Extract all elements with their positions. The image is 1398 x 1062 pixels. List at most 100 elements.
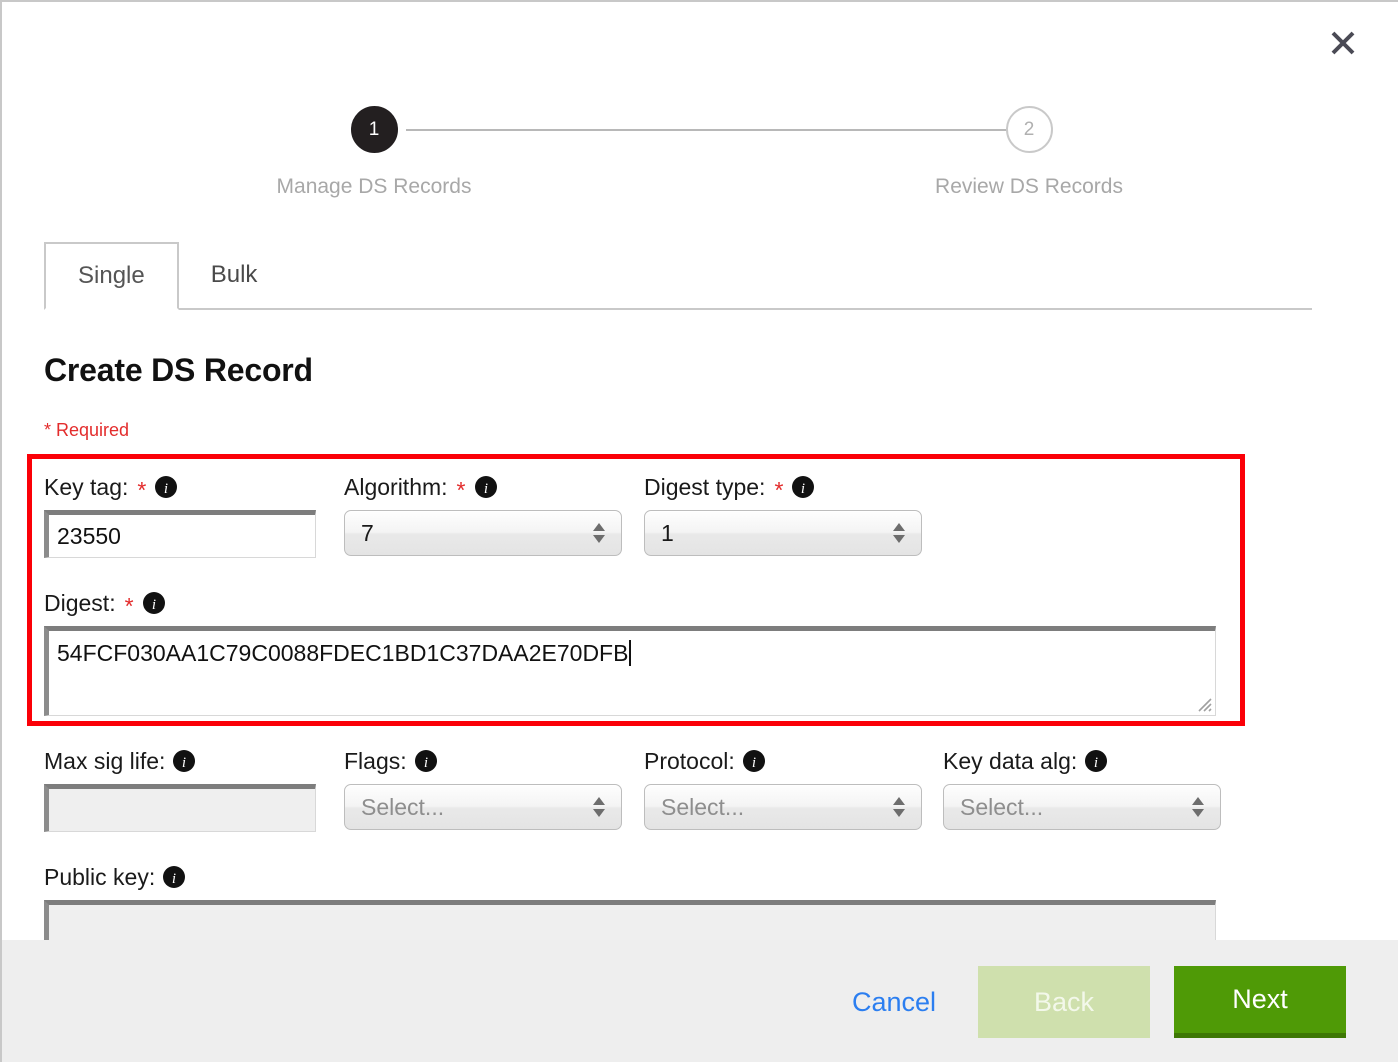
flags-select-value: Select... (361, 794, 444, 821)
protocol-select-value: Select... (661, 794, 744, 821)
chevron-updown-icon (593, 523, 605, 543)
page-title: Create DS Record (44, 352, 313, 389)
step-1-number: 1 (369, 119, 380, 141)
digest-textarea-value: 54FCF030AA1C79C0088FDEC1BD1C37DAA2E70DFB (57, 640, 628, 666)
record-mode-tabs: Single Bulk (44, 242, 1312, 310)
key-data-alg-select-value: Select... (960, 794, 1043, 821)
info-icon-glyph: i (142, 591, 166, 615)
max-sig-life-label-row: Max sig life: i (44, 746, 316, 776)
field-algorithm: Algorithm: * i 7 (344, 472, 622, 556)
max-sig-life-info-icon[interactable]: i (172, 749, 196, 773)
field-key-tag: Key tag: * i (44, 472, 316, 558)
digest-textarea-wrap: 54FCF030AA1C79C0088FDEC1BD1C37DAA2E70DFB (44, 626, 1216, 716)
svg-text:i: i (424, 755, 428, 771)
algorithm-select[interactable]: 7 (344, 510, 622, 556)
digest-textarea[interactable]: 54FCF030AA1C79C0088FDEC1BD1C37DAA2E70DFB (44, 626, 1216, 716)
algorithm-select-value: 7 (361, 520, 374, 547)
digest-type-label: Digest type: (644, 474, 765, 501)
digest-required-star: * (125, 595, 134, 618)
step-2-number: 2 (1024, 119, 1035, 141)
protocol-label: Protocol: (644, 748, 735, 775)
key-tag-required-star: * (137, 479, 146, 502)
flags-select[interactable]: Select... (344, 784, 622, 830)
key-tag-input[interactable] (44, 510, 316, 558)
cancel-button[interactable]: Cancel (834, 987, 954, 1018)
text-caret (629, 640, 631, 666)
chevron-updown-icon (1192, 797, 1204, 817)
protocol-select[interactable]: Select... (644, 784, 922, 830)
svg-text:i: i (752, 755, 756, 771)
tab-single[interactable]: Single (44, 242, 179, 310)
stepper-step-2[interactable]: 2 Review DS Records (869, 106, 1189, 199)
info-icon-glyph: i (172, 749, 196, 773)
info-icon-glyph: i (474, 475, 498, 499)
key-data-alg-label: Key data alg: (943, 748, 1077, 775)
wizard-stepper: 1 Manage DS Records 2 Review DS Records (2, 2, 1398, 124)
modal-footer: Cancel Back Next (2, 940, 1398, 1062)
field-key-data-alg: Key data alg: i Select... (943, 746, 1221, 830)
digest-label: Digest: (44, 590, 116, 617)
key-data-alg-info-icon[interactable]: i (1084, 749, 1108, 773)
key-data-alg-label-row: Key data alg: i (943, 746, 1221, 776)
field-digest: Digest: * i 54FCF030AA1C79C0088FDEC1BD1C… (44, 588, 1216, 716)
info-icon-glyph: i (1084, 749, 1108, 773)
svg-text:i: i (1094, 755, 1098, 771)
info-icon-glyph: i (154, 475, 178, 499)
svg-text:i: i (151, 597, 155, 613)
flags-label: Flags: (344, 748, 407, 775)
required-note: * Required (44, 420, 129, 441)
field-public-key: Public key: i (44, 862, 1216, 940)
chevron-updown-icon (593, 797, 605, 817)
step-1-label: Manage DS Records (214, 175, 534, 199)
digest-type-info-icon[interactable]: i (791, 475, 815, 499)
max-sig-life-label: Max sig life: (44, 748, 165, 775)
public-key-info-icon[interactable]: i (162, 865, 186, 889)
flags-label-row: Flags: i (344, 746, 622, 776)
digest-type-required-star: * (774, 479, 783, 502)
algorithm-required-star: * (457, 479, 466, 502)
step-2-circle: 2 (1006, 106, 1053, 153)
info-icon-glyph: i (791, 475, 815, 499)
digest-info-icon[interactable]: i (142, 591, 166, 615)
tab-bulk-label: Bulk (211, 261, 258, 289)
key-tag-label-row: Key tag: * i (44, 472, 316, 502)
create-ds-record-modal: 1 Manage DS Records 2 Review DS Records … (0, 0, 1398, 1062)
info-icon-glyph: i (742, 749, 766, 773)
flags-info-icon[interactable]: i (414, 749, 438, 773)
svg-text:i: i (483, 481, 487, 497)
field-max-sig-life: Max sig life: i (44, 746, 316, 832)
step-1-circle: 1 (351, 106, 398, 153)
chevron-updown-icon (893, 523, 905, 543)
key-tag-label: Key tag: (44, 474, 128, 501)
public-key-textarea[interactable] (44, 900, 1216, 940)
digest-label-row: Digest: * i (44, 588, 1216, 618)
protocol-label-row: Protocol: i (644, 746, 922, 776)
key-data-alg-select[interactable]: Select... (943, 784, 1221, 830)
chevron-updown-icon (893, 797, 905, 817)
next-button[interactable]: Next (1174, 966, 1346, 1038)
max-sig-life-input[interactable] (44, 784, 316, 832)
info-icon-glyph: i (414, 749, 438, 773)
back-button[interactable]: Back (978, 966, 1150, 1038)
digest-type-label-row: Digest type: * i (644, 472, 922, 502)
svg-text:i: i (164, 481, 168, 497)
tab-single-label: Single (78, 262, 145, 290)
svg-text:i: i (182, 755, 186, 771)
form-scroll-area[interactable]: Create DS Record * Required Key tag: * i… (2, 332, 1398, 940)
algorithm-label-row: Algorithm: * i (344, 472, 622, 502)
stepper-step-1[interactable]: 1 Manage DS Records (214, 106, 534, 199)
info-icon-glyph: i (162, 865, 186, 889)
public-key-label: Public key: (44, 864, 155, 891)
field-flags: Flags: i Select... (344, 746, 622, 830)
svg-text:i: i (801, 481, 805, 497)
field-digest-type: Digest type: * i 1 (644, 472, 922, 556)
digest-type-select[interactable]: 1 (644, 510, 922, 556)
tab-bulk[interactable]: Bulk (179, 242, 290, 308)
step-2-label: Review DS Records (869, 175, 1189, 199)
protocol-info-icon[interactable]: i (742, 749, 766, 773)
algorithm-label: Algorithm: (344, 474, 448, 501)
public-key-label-row: Public key: i (44, 862, 1216, 892)
algorithm-info-icon[interactable]: i (474, 475, 498, 499)
key-tag-info-icon[interactable]: i (154, 475, 178, 499)
field-protocol: Protocol: i Select... (644, 746, 922, 830)
